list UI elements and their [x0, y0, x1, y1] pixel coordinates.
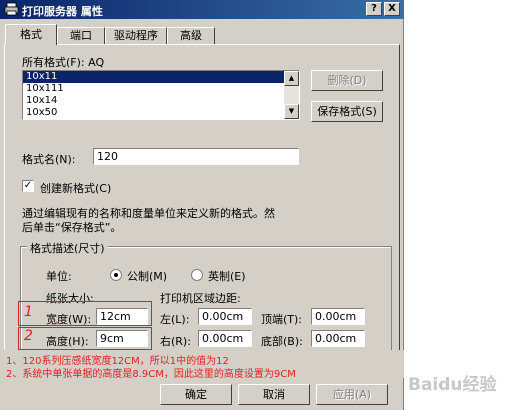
create-new-form-label[interactable]: 创建新格式(C): [40, 180, 111, 196]
scroll-up-icon[interactable]: ▲: [284, 71, 299, 86]
listbox-scrollbar[interactable]: ▲ ▼: [284, 71, 299, 119]
tab-drivers[interactable]: 驱动程序: [105, 27, 167, 44]
printer-icon: [4, 2, 19, 16]
metric-radio[interactable]: [110, 269, 122, 281]
top-margin-label: 顶端(T):: [261, 313, 303, 326]
apply-button[interactable]: 应用(A): [316, 384, 388, 405]
bottom-margin-label: 底部(B):: [261, 335, 303, 348]
create-new-form-checkbox[interactable]: ✓: [22, 180, 34, 192]
list-item[interactable]: 10x14: [23, 95, 299, 107]
cancel-button[interactable]: 取消: [238, 384, 310, 405]
groupbox-title: 格式描述(尺寸): [27, 240, 108, 256]
watermark: Baidu经验: [408, 375, 497, 395]
english-radio[interactable]: [191, 269, 203, 281]
right-margin-input[interactable]: 0.00cm: [198, 330, 252, 347]
save-form-button[interactable]: 保存格式(S): [311, 101, 383, 122]
annotation-note-2: 2、系统中单张单据的高度是8.9CM，因此这里的高度设置为9CM: [6, 369, 296, 380]
radio-selected-dot: [114, 273, 118, 277]
delete-button[interactable]: 删除(D): [311, 70, 383, 91]
list-item[interactable]: 10x11: [23, 71, 299, 83]
list-item[interactable]: 10x111: [23, 83, 299, 95]
description-line-2: 后单击“保存格式”。: [22, 221, 122, 234]
annotation-box-width: [18, 301, 152, 326]
scroll-down-icon[interactable]: ▼: [284, 104, 299, 119]
title-bar[interactable]: 打印服务器 属性 ? X: [0, 0, 404, 19]
forms-listbox[interactable]: 10x11 10x111 10x14 10x50 ▲ ▼: [22, 70, 300, 120]
window-title: 打印服务器 属性: [22, 5, 103, 18]
help-button[interactable]: ?: [366, 2, 382, 16]
list-item[interactable]: 10x50: [23, 107, 299, 119]
right-margin-label: 右(R):: [160, 335, 191, 348]
form-name-label: 格式名(N):: [22, 153, 76, 166]
left-margin-input[interactable]: 0.00cm: [198, 308, 252, 325]
close-button[interactable]: X: [384, 2, 400, 16]
metric-label[interactable]: 公制(M): [127, 268, 167, 284]
bottom-margin-input[interactable]: 0.00cm: [311, 330, 365, 347]
unit-label: 单位:: [46, 270, 72, 283]
tab-formats[interactable]: 格式: [5, 24, 57, 45]
english-label[interactable]: 英制(E): [208, 268, 246, 284]
top-margin-input[interactable]: 0.00cm: [311, 308, 365, 325]
tab-ports[interactable]: 端口: [57, 27, 105, 44]
annotation-box-height: [18, 327, 152, 350]
ok-button[interactable]: 确定: [160, 384, 232, 405]
annotation-mark-1: 1: [24, 304, 33, 320]
all-forms-label: 所有格式(F): AQ: [22, 56, 105, 69]
annotation-mark-2: 2: [24, 328, 33, 344]
printer-margins-label: 打印机区域边距:: [160, 292, 241, 305]
left-margin-label: 左(L):: [160, 313, 190, 326]
tab-advanced[interactable]: 高级: [167, 27, 215, 44]
form-name-input[interactable]: 120: [93, 148, 299, 165]
